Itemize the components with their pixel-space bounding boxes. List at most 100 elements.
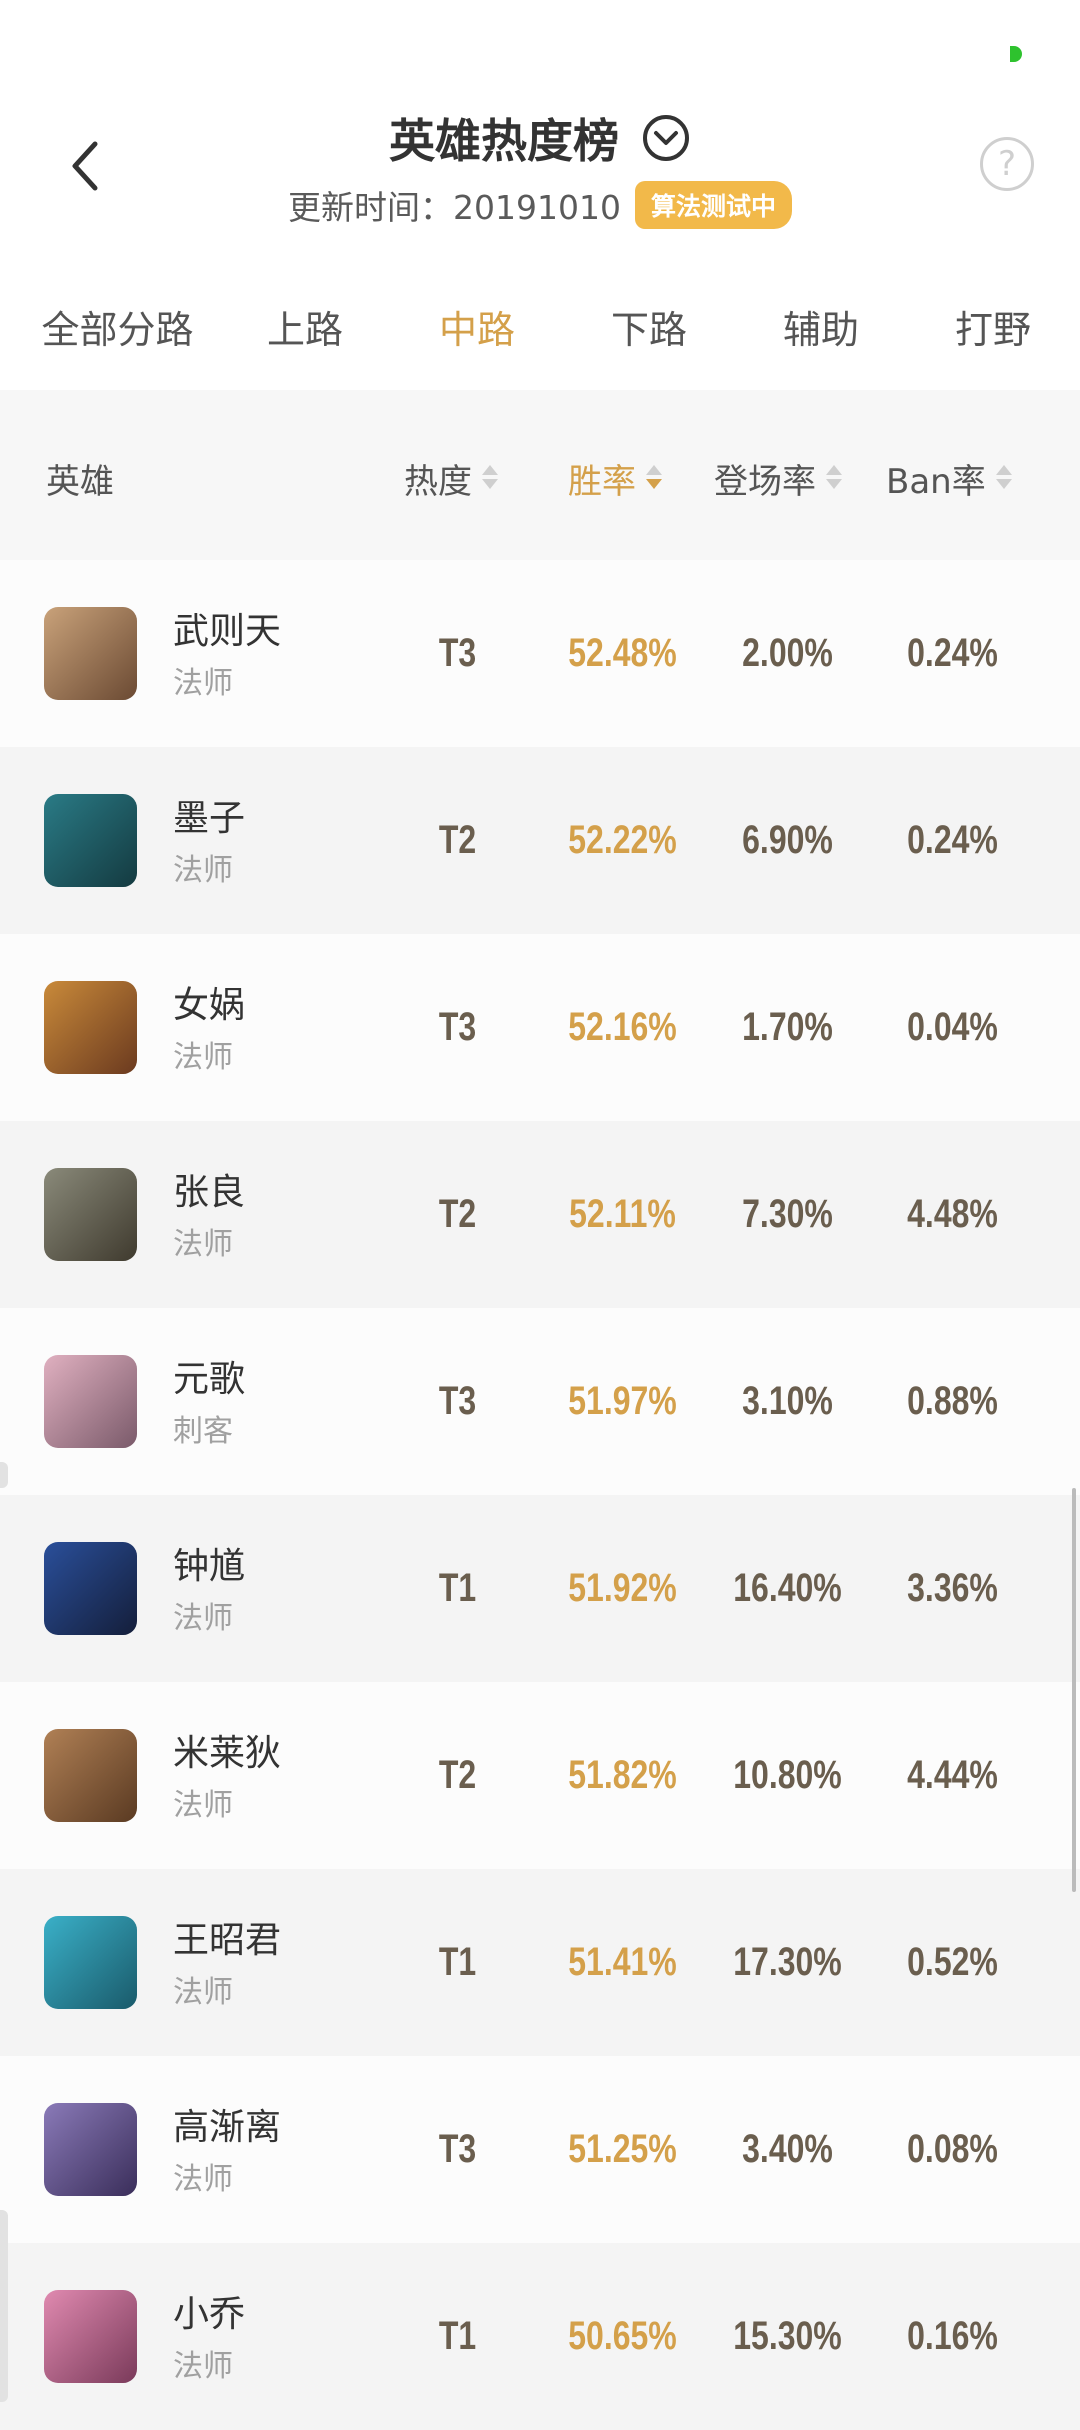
win-rate: 52.22%	[568, 817, 677, 862]
win-rate: 51.25%	[568, 2126, 677, 2171]
column-pick-rate-label: 登场率	[714, 461, 816, 502]
hero-name: 小乔	[173, 2294, 246, 2335]
sort-icon	[646, 463, 662, 493]
win-rate: 51.41%	[568, 1939, 677, 1984]
tab-jungle[interactable]: 打野	[928, 292, 1058, 360]
pick-rate: 3.10%	[742, 1378, 833, 1423]
hero-role: 法师	[173, 2349, 233, 2384]
ban-rate: 0.88%	[907, 1378, 998, 1423]
sort-heat-button[interactable]: 热度	[404, 450, 498, 506]
heat-tier: T2	[438, 1752, 477, 1797]
pick-rate: 15.30%	[733, 2313, 842, 2358]
tab-top-lane[interactable]: 上路	[240, 292, 370, 360]
heat-tier: T3	[438, 1378, 477, 1423]
win-rate: 52.16%	[568, 1004, 677, 1049]
ban-rate: 4.44%	[907, 1752, 998, 1797]
hero-avatar	[44, 1355, 137, 1448]
heat-tier: T1	[438, 1565, 477, 1610]
column-header: 英雄 热度 胜率 登场率 Ban率	[0, 390, 1080, 560]
algorithm-test-badge: 算法测试中	[634, 181, 792, 229]
win-rate: 51.92%	[568, 1565, 677, 1610]
hero-name: 女娲	[173, 985, 246, 1026]
column-win-rate-label: 胜率	[568, 461, 636, 502]
question-icon: ?	[997, 144, 1017, 184]
hero-row[interactable]: 墨子 法师 T2 52.22% 6.90% 0.24%	[0, 747, 1080, 934]
hero-role: 法师	[173, 1601, 233, 1636]
sort-win-rate-button[interactable]: 胜率	[568, 450, 662, 506]
tab-support[interactable]: 辅助	[756, 292, 886, 360]
win-rate: 50.65%	[568, 2313, 677, 2358]
hero-name: 王昭君	[173, 1920, 282, 1961]
hero-avatar	[44, 607, 137, 700]
tab-bottom-lane[interactable]: 下路	[584, 292, 714, 360]
status-indicator	[1010, 46, 1022, 62]
sort-ban-rate-button[interactable]: Ban率	[886, 450, 1012, 506]
ban-rate: 0.04%	[907, 1004, 998, 1049]
hero-role: 法师	[173, 853, 233, 888]
title-bar: 英雄热度榜	[0, 100, 1080, 176]
pick-rate: 16.40%	[733, 1565, 842, 1610]
column-hero-label: 英雄	[46, 461, 114, 502]
hero-row[interactable]: 王昭君 法师 T1 51.41% 17.30% 0.52%	[0, 1869, 1080, 2056]
title-dropdown-button[interactable]	[641, 113, 691, 163]
hero-avatar	[44, 981, 137, 1074]
tab-mid-lane[interactable]: 中路	[412, 292, 542, 360]
ban-rate: 0.24%	[907, 817, 998, 862]
hero-role: 法师	[173, 2162, 233, 2197]
column-heat-label: 热度	[404, 461, 472, 502]
win-rate: 51.97%	[568, 1378, 677, 1423]
heat-tier: T3	[438, 2126, 477, 2171]
sort-icon	[995, 463, 1012, 493]
ban-rate: 4.48%	[907, 1191, 998, 1236]
heat-tier: T1	[438, 2313, 477, 2358]
hero-row[interactable]: 高渐离法师 T3 51.25% 3.40% 0.08%	[0, 2056, 1080, 2243]
hero-avatar	[44, 794, 137, 887]
update-info: 更新时间：20191010 算法测试中	[0, 180, 1080, 230]
ban-rate: 0.08%	[907, 2126, 998, 2171]
win-rate: 52.11%	[569, 1191, 676, 1236]
hero-name: 元歌	[173, 1359, 246, 1400]
column-ban-rate-label: Ban率	[886, 461, 986, 502]
sort-icon	[482, 463, 498, 493]
hero-row[interactable]: 张良 法师 T2 52.11% 7.30% 4.48%	[0, 1121, 1080, 1308]
hero-name: 钟馗	[173, 1546, 246, 1587]
ban-rate: 3.36%	[907, 1565, 998, 1610]
hero-avatar	[44, 1168, 137, 1261]
update-time: 更新时间：20191010	[288, 188, 621, 227]
hero-avatar	[44, 2290, 137, 2383]
edge-handle	[0, 1462, 8, 1488]
heat-tier: T3	[438, 630, 477, 675]
hero-row[interactable]: 武则天 法师 T3 52.48% 2.00% 0.24%	[0, 560, 1080, 747]
lane-tabs: 全部分路 上路 中路 下路 辅助 打野	[0, 292, 1080, 360]
pick-rate: 17.30%	[733, 1939, 842, 1984]
hero-role: 法师	[173, 1975, 233, 2010]
win-rate: 51.82%	[568, 1752, 677, 1797]
scrollbar[interactable]	[1072, 1488, 1076, 1892]
heat-tier: T3	[438, 1004, 477, 1049]
hero-name: 高渐离	[173, 2107, 282, 2148]
column-hero: 英雄	[46, 450, 114, 506]
hero-row[interactable]: 米莱狄 法师 T2 51.82% 10.80% 4.44%	[0, 1682, 1080, 1869]
pick-rate: 1.70%	[742, 1004, 833, 1049]
hero-avatar	[44, 1729, 137, 1822]
hero-avatar	[44, 1542, 137, 1635]
hero-avatar	[44, 1916, 137, 2009]
hero-role: 法师	[173, 1788, 233, 1823]
hero-role: 法师	[173, 666, 233, 701]
hero-row[interactable]: 女娲 法师 T3 52.16% 1.70% 0.04%	[0, 934, 1080, 1121]
pick-rate: 3.40%	[742, 2126, 833, 2171]
ban-rate: 0.24%	[907, 630, 998, 675]
pick-rate: 2.00%	[742, 630, 833, 675]
sort-pick-rate-button[interactable]: 登场率	[714, 450, 842, 506]
sort-icon	[826, 463, 842, 493]
hero-avatar	[44, 2103, 137, 2196]
hero-ranking-list: 英雄 热度 胜率 登场率 Ban率 武则天 法师 T3 52.48% 2.00% 0.24…	[0, 390, 1080, 2430]
heat-tier: T2	[438, 817, 477, 862]
chevron-down-icon	[643, 115, 689, 161]
hero-row[interactable]: 钟馗法师 T1 51.92% 16.40% 3.36%	[0, 1495, 1080, 1682]
hero-name: 米莱狄	[173, 1733, 282, 1774]
tab-all-lanes[interactable]: 全部分路	[30, 292, 205, 360]
hero-row[interactable]: 元歌 刺客 T3 51.97% 3.10% 0.88%	[0, 1308, 1080, 1495]
help-button[interactable]: ?	[980, 137, 1034, 191]
edge-handle	[0, 2210, 8, 2402]
